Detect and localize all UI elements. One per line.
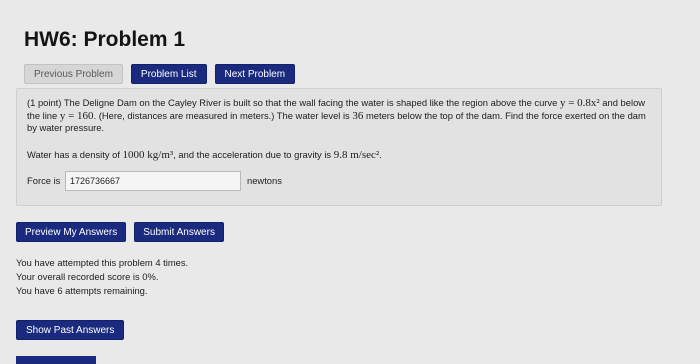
problem-statement-box: (1 point) The Deligne Dam on the Cayley … xyxy=(16,88,662,206)
problem-text-part: . (Here, distances are measured in meter… xyxy=(93,109,353,121)
problem-navigation: Previous Problem Problem List Next Probl… xyxy=(24,64,296,84)
remaining-attempts-text: You have 6 attempts remaining. xyxy=(16,285,148,296)
gravity-value: 9.8 m/sec² xyxy=(333,148,380,161)
problem-text: (1 point) The Deligne Dam on the Cayley … xyxy=(27,97,651,135)
attempt-status: You have attempted this problem 4 times.… xyxy=(16,256,188,298)
constants-text: Water has a density of 1000 kg/m³, and t… xyxy=(27,149,651,162)
constants-text-part: Water has a density of xyxy=(27,148,123,160)
score-text: Your overall recorded score is 0%. xyxy=(16,271,159,282)
previous-problem-button[interactable]: Previous Problem xyxy=(24,64,123,84)
partially-visible-button[interactable] xyxy=(16,356,96,364)
submit-answers-button[interactable]: Submit Answers xyxy=(134,222,224,242)
force-answer-input[interactable] xyxy=(65,171,241,191)
constants-text-part: . xyxy=(379,148,382,160)
next-problem-button[interactable]: Next Problem xyxy=(214,64,296,84)
page-title: HW6: Problem 1 xyxy=(24,28,186,51)
preview-answers-button[interactable]: Preview My Answers xyxy=(16,222,127,242)
line-equation: y = 160 xyxy=(59,109,94,122)
answer-row: Force is newtons xyxy=(27,171,651,191)
answer-actions: Preview My Answers Submit Answers xyxy=(16,222,224,242)
water-density: 1000 kg/m³ xyxy=(122,148,174,161)
water-depth: 36 xyxy=(352,109,364,122)
answer-label: Force is xyxy=(27,174,61,186)
problem-text-part: (1 point) The Deligne Dam on the Cayley … xyxy=(27,97,560,108)
answer-unit: newtons xyxy=(247,174,282,186)
curve-equation: y = 0.8x² xyxy=(559,97,600,109)
show-past-answers-button[interactable]: Show Past Answers xyxy=(16,320,125,340)
constants-text-part: , and the acceleration due to gravity is xyxy=(173,148,334,160)
attempts-text: You have attempted this problem 4 times. xyxy=(16,257,189,268)
problem-list-button[interactable]: Problem List xyxy=(130,64,207,84)
